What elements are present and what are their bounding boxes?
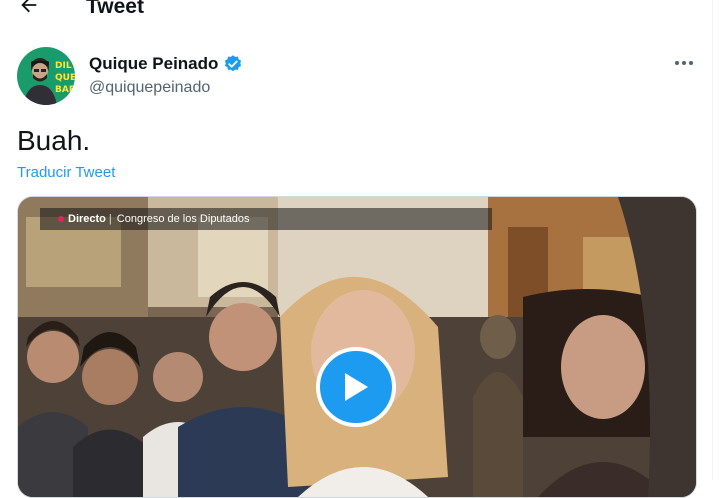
play-icon [345, 373, 368, 401]
play-button[interactable] [316, 347, 396, 427]
avatar[interactable]: DIL QUE BAR [17, 47, 75, 105]
author-name[interactable]: Quique Peinado [89, 53, 218, 75]
live-broadcast-banner: Directo | Congreso de los Diputados [40, 208, 492, 230]
avatar-logo-text-3: BAR [55, 85, 75, 95]
author-name-row: Quique Peinado [89, 53, 243, 75]
live-channel: Congreso de los Diputados [116, 213, 250, 225]
verified-badge-icon [223, 54, 243, 74]
live-dot-icon [58, 216, 64, 222]
author-handle[interactable]: @quiquepeinado [89, 78, 210, 98]
page-title: Tweet [86, 0, 144, 18]
avatar-logo-text-2: QUE [55, 73, 75, 83]
live-label: Directo [68, 213, 106, 225]
column-divider [712, 0, 713, 480]
avatar-logo-text-1: DIL [55, 61, 72, 71]
live-separator: | [108, 213, 112, 225]
more-options-icon[interactable] [670, 52, 698, 74]
tweet-text: Buah. [17, 125, 91, 156]
translate-link[interactable]: Traducir Tweet [17, 163, 115, 183]
arrow-left-icon[interactable] [18, 0, 40, 16]
header-bar: Tweet [0, 0, 712, 18]
